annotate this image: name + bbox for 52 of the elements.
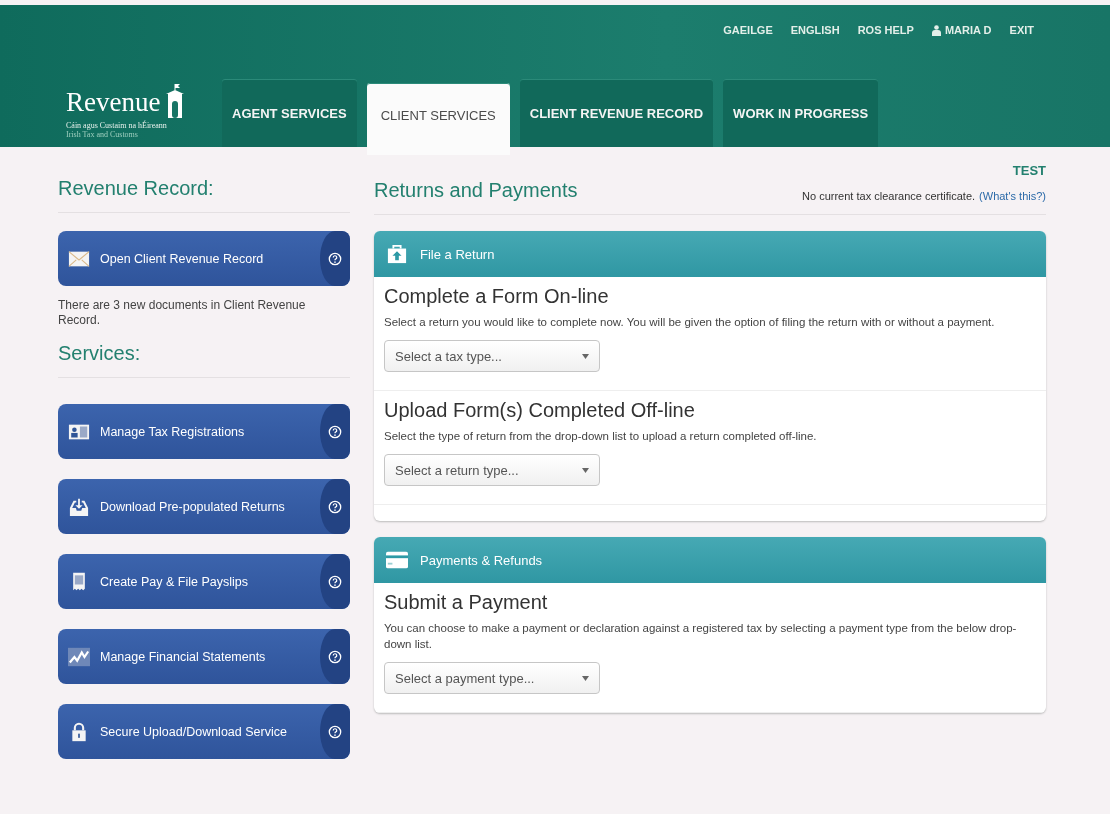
caret-icon — [582, 675, 589, 681]
dropdown-select[interactable]: Select a tax type... — [384, 340, 600, 373]
logo-tagline: Irish Tax and Customs — [66, 130, 139, 139]
help-icon[interactable] — [328, 724, 342, 739]
help-icon[interactable] — [328, 251, 342, 266]
user-link[interactable]: MARIA D — [931, 19, 992, 41]
section-description: Select a return you would like to complete now. You will be given the option of filing the return with or without a payment. — [384, 315, 996, 330]
nav-tab[interactable]: WORK IN PROGRESS — [723, 79, 879, 147]
panel-title: Payments & Refunds — [420, 552, 543, 568]
documents-note: There are 3 new documents in Client Revenue Record. — [58, 298, 307, 328]
logo-subtitle: Cáin agus Custaim na hÉireann — [66, 121, 168, 130]
section-title: Upload Form(s) Completed Off-line — [384, 399, 696, 423]
service-button[interactable]: Secure Upload/Download Service — [58, 704, 350, 759]
line-chart-icon — [68, 646, 90, 667]
caret-icon — [582, 353, 589, 359]
whats-this-link[interactable]: (What's this?) — [979, 190, 1046, 202]
service-button[interactable]: Download Pre-populated Returns — [58, 479, 350, 534]
help-icon[interactable] — [328, 499, 342, 514]
section-description: You can choose to make a payment or declaration against a registered tax by selecting a payment type from the below drop-down list. — [384, 621, 1018, 653]
top-link[interactable]: EXIT — [1009, 19, 1034, 41]
clearance-note: No current tax clearance certificate. — [802, 190, 976, 202]
section-heading: Revenue Record: — [58, 177, 350, 213]
section-title: Submit a Payment — [384, 591, 549, 615]
top-link[interactable]: ROS HELP — [857, 19, 914, 41]
caret-icon — [582, 467, 589, 473]
top-link[interactable]: ENGLISH — [790, 19, 840, 41]
help-icon[interactable] — [328, 649, 342, 664]
download-tray-icon — [68, 496, 90, 517]
page-heading: Returns and Payments — [374, 179, 578, 202]
nav-tab[interactable]: CLIENT SERVICES — [366, 83, 510, 155]
envelope-icon — [68, 248, 90, 269]
section-heading: Services: — [58, 342, 350, 378]
nav-tab[interactable]: AGENT SERVICES — [222, 79, 357, 147]
credit-card-icon — [386, 550, 408, 571]
service-button[interactable]: Manage Tax Registrations — [58, 404, 350, 459]
building-logo-icon — [166, 84, 185, 118]
panel-title: File a Return — [420, 246, 495, 262]
help-icon[interactable] — [328, 574, 342, 589]
section-title: Complete a Form On-line — [384, 285, 610, 308]
service-button[interactable]: Manage Financial Statements — [58, 629, 350, 684]
dropdown-select[interactable]: Select a return type... — [384, 454, 600, 487]
environment-label: TEST — [1012, 163, 1046, 178]
logo-text: Revenue — [66, 87, 161, 118]
nav-tab[interactable]: CLIENT REVENUE RECORD — [519, 79, 714, 147]
person-icon — [931, 24, 941, 36]
service-button[interactable]: Open Client Revenue Record — [58, 231, 350, 286]
section-description: Select the type of return from the drop-down list to upload a return completed off-line. — [384, 429, 818, 445]
briefcase-upload-icon — [386, 244, 408, 264]
top-link[interactable]: GAEILGE — [723, 19, 773, 41]
help-icon[interactable] — [328, 424, 342, 439]
dropdown-select[interactable]: Select a payment type... — [384, 662, 600, 695]
service-button[interactable]: Create Pay & File Payslips — [58, 554, 350, 609]
